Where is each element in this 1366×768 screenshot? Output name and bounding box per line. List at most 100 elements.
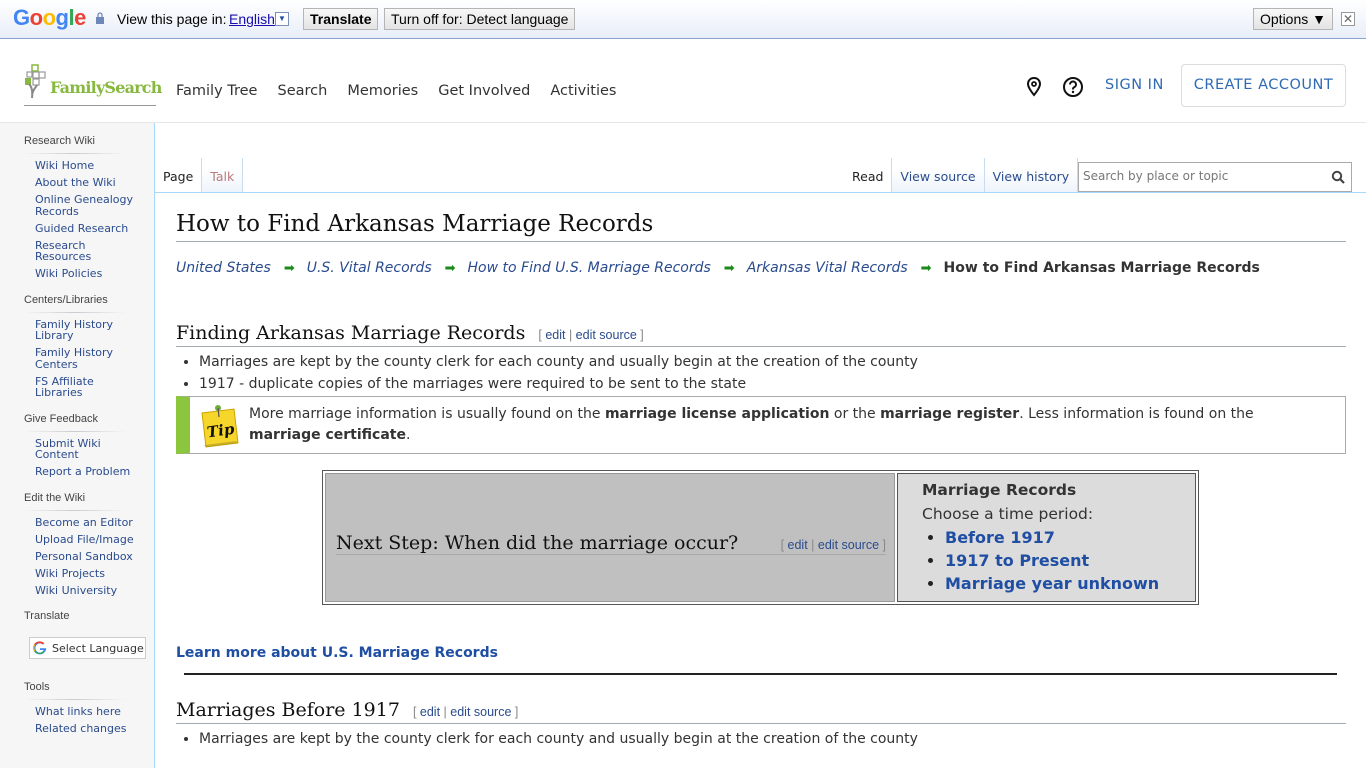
period-options: Before 1917 1917 to Present Marriage yea… [945, 526, 1195, 595]
sidebar-heading-edit: Edit the Wiki [24, 491, 86, 504]
nav-search[interactable]: Search [277, 83, 327, 99]
before-1917-link[interactable]: Before 1917 [945, 528, 1055, 547]
sidebar-item-research-resources[interactable]: Research Resources [35, 239, 135, 263]
arrow-right-icon: ➡ [444, 260, 456, 276]
view-page-in-label: View this page in: [117, 11, 227, 27]
options-button[interactable]: Options ▼ [1253, 8, 1333, 30]
logo-text: FamilySearch [50, 78, 162, 97]
choose-period-label: Choose a time period: [922, 505, 1094, 523]
location-pin-icon[interactable] [1023, 76, 1045, 98]
edit-link[interactable]: edit [788, 538, 808, 552]
sidebar-heading-translate: Translate [24, 610, 70, 622]
help-icon[interactable] [1062, 76, 1084, 98]
google-logo: Google [13, 5, 86, 30]
sidebar-item-online-records[interactable]: Online Genealogy Records [35, 194, 135, 217]
learn-more-link[interactable]: Learn more about U.S. Marriage Records [176, 645, 1346, 661]
sidebar-item-fhl[interactable]: Family History Library [35, 318, 135, 342]
breadcrumb-link[interactable]: Arkansas Vital Records [747, 260, 908, 276]
familysearch-logo[interactable]: FamilySearch [24, 64, 162, 106]
sidebar-item-what-links-here[interactable]: What links here [35, 706, 135, 718]
nav-memories[interactable]: Memories [347, 83, 418, 99]
divider [24, 430, 126, 432]
sidebar-item-submit-content[interactable]: Submit Wiki Content [35, 437, 135, 461]
google-translate-bar: Google View this page in: English ▼ Tran… [0, 0, 1366, 39]
breadcrumb-link[interactable]: United States [176, 260, 271, 276]
create-account-button[interactable]: CREATE ACCOUNT [1181, 64, 1346, 107]
language-link[interactable]: English [229, 11, 275, 27]
section-heading-before-1917: Marriages Before 1917 [ edit | edit sour… [176, 699, 1346, 724]
page-title: How to Find Arkansas Marriage Records [176, 193, 1346, 242]
year-unknown-link[interactable]: Marriage year unknown [945, 574, 1159, 593]
view-tabs: Read View source View history [844, 158, 1079, 192]
marriage-records-box: Marriage Records Choose a time period: B… [897, 473, 1196, 602]
sidebar-heading-centers: Centers/Libraries [24, 293, 108, 306]
close-icon[interactable]: ✕ [1341, 12, 1355, 26]
sidebar-item-related-changes[interactable]: Related changes [35, 723, 135, 735]
sidebar-heading-feedback: Give Feedback [24, 412, 98, 425]
sidebar-item-university[interactable]: Wiki University [35, 584, 135, 597]
edit-links: [ edit | edit source ] [412, 705, 519, 719]
sidebar-item-projects[interactable]: Wiki Projects [35, 567, 135, 580]
edit-source-link[interactable]: edit source [818, 538, 879, 552]
search-input[interactable]: Search by place or topic [1078, 162, 1352, 192]
lock-icon [96, 12, 104, 24]
tab-read[interactable]: Read [844, 158, 893, 192]
list-item: 1917 - duplicate copies of the marriages… [199, 373, 1346, 395]
tip-label: Tip [206, 420, 236, 442]
main-nav: Family Tree Search Memories Get Involved… [176, 83, 616, 99]
sign-in-link[interactable]: SIGN IN [1105, 77, 1164, 93]
sidebar-heading-research-wiki: Research Wiki [24, 135, 95, 147]
edit-links: [ edit | edit source ] [538, 328, 644, 342]
divider [24, 509, 126, 511]
sidebar-item-affiliate[interactable]: FS Affiliate Libraries [35, 375, 135, 399]
edit-source-link[interactable]: edit source [450, 705, 511, 719]
sidebar-item-sandbox[interactable]: Personal Sandbox [35, 550, 135, 563]
sidebar-item-upload[interactable]: Upload File/Image [35, 533, 135, 546]
tab-page[interactable]: Page [155, 158, 203, 192]
select-language-dropdown[interactable]: Select Language [29, 637, 146, 659]
edit-link[interactable]: edit [420, 705, 440, 719]
sidebar-item-guided-research[interactable]: Guided Research [35, 222, 135, 235]
tab-talk[interactable]: Talk [202, 158, 244, 192]
namespace-tabs: Page Talk [155, 158, 244, 192]
turn-off-button[interactable]: Turn off for: Detect language [384, 8, 576, 30]
nav-get-involved[interactable]: Get Involved [438, 83, 530, 99]
list-item: Marriages are kept by the county clerk f… [199, 728, 1346, 750]
google-g-icon [33, 641, 47, 655]
marriage-records-title: Marriage Records [922, 481, 1077, 499]
sidebar-item-wiki-policies[interactable]: Wiki Policies [35, 268, 135, 280]
sidebar-item-fhc[interactable]: Family History Centers [35, 347, 135, 370]
next-step-table: Next Step: When did the marriage occur? … [322, 470, 1199, 605]
edit-link[interactable]: edit [545, 328, 565, 342]
site-header: FamilySearch Family Tree Search Memories… [0, 40, 1366, 123]
tip-box: Tip More marriage information is usually… [176, 396, 1346, 454]
select-language-label: Select Language [52, 641, 144, 655]
sidebar-item-report-problem[interactable]: Report a Problem [35, 466, 135, 478]
section-heading-finding: Finding Arkansas Marriage Records [ edit… [176, 322, 1346, 347]
tab-view-source[interactable]: View source [892, 158, 985, 192]
nav-family-tree[interactable]: Family Tree [176, 83, 257, 99]
translate-button[interactable]: Translate [303, 8, 379, 30]
tip-note-icon: Tip [201, 405, 239, 448]
search-placeholder: Search by place or topic [1083, 169, 1229, 183]
search-icon[interactable] [1331, 170, 1345, 184]
sidebar-item-become-editor[interactable]: Become an Editor [35, 516, 135, 529]
1917-present-link[interactable]: 1917 to Present [945, 551, 1089, 570]
divider [24, 311, 126, 313]
breadcrumb-link[interactable]: How to Find U.S. Marriage Records [468, 260, 711, 276]
main-content: How to Find Arkansas Marriage Records Un… [176, 193, 1346, 750]
sidebar-item-wiki-home[interactable]: Wiki Home [35, 160, 135, 172]
sidebar-item-about-wiki[interactable]: About the Wiki [35, 177, 135, 189]
section-title: Marriages Before 1917 [176, 699, 400, 721]
period-option: Marriage year unknown [945, 572, 1195, 595]
tab-view-history[interactable]: View history [984, 158, 1079, 192]
breadcrumb-link[interactable]: U.S. Vital Records [307, 260, 432, 276]
sidebar: Research Wiki Wiki Home About the Wiki O… [0, 123, 155, 768]
breadcrumb: United States ➡ U.S. Vital Records ➡ How… [176, 260, 1346, 276]
nav-activities[interactable]: Activities [550, 83, 616, 99]
next-step-cell: Next Step: When did the marriage occur? … [325, 473, 895, 602]
bullet-list: Marriages are kept by the county clerk f… [199, 351, 1346, 395]
edit-source-link[interactable]: edit source [576, 328, 637, 342]
period-option: Before 1917 [945, 526, 1195, 549]
language-dropdown-icon[interactable]: ▼ [275, 12, 289, 26]
